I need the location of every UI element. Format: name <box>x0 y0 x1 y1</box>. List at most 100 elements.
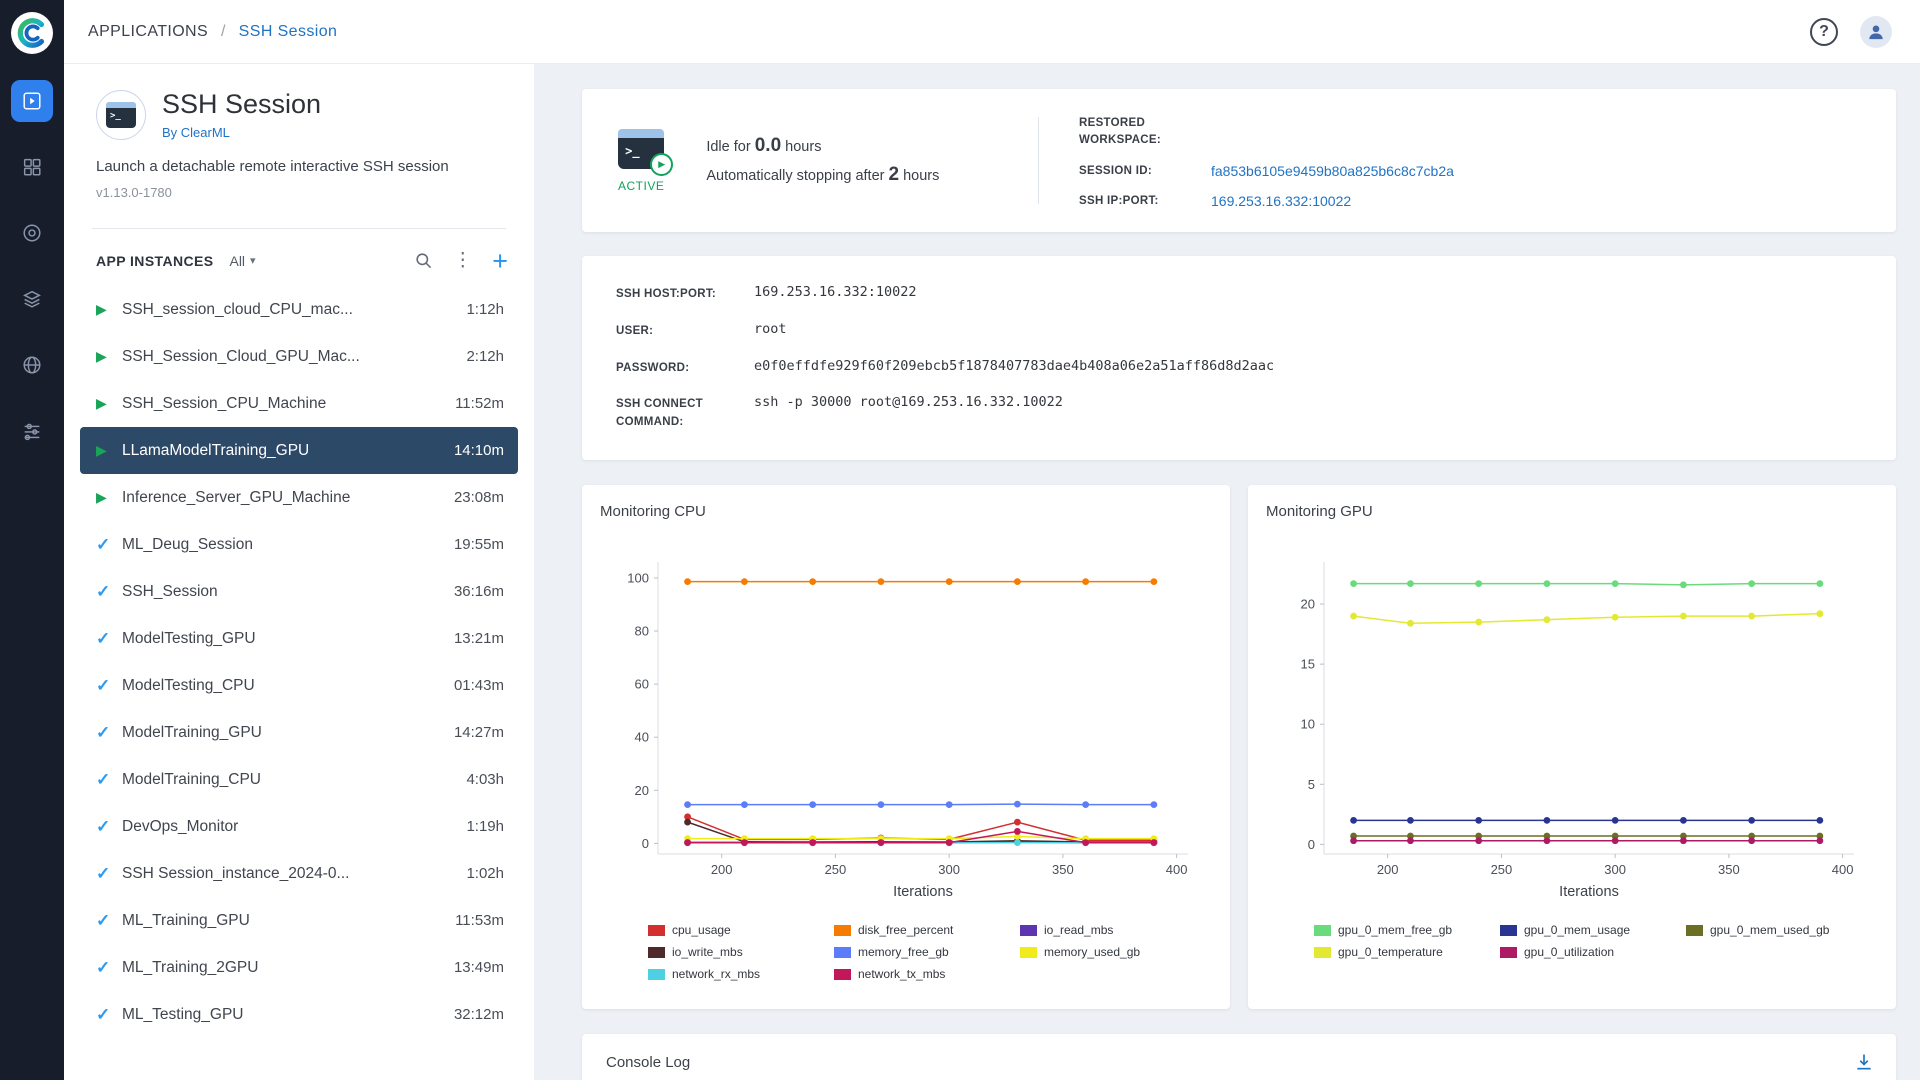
instance-list-item[interactable]: ✓ DevOps_Monitor 1:19h <box>80 803 518 850</box>
breadcrumb-applications[interactable]: APPLICATIONS <box>88 23 208 40</box>
instance-status-icon: ✓ <box>96 676 122 696</box>
instance-list-item[interactable]: ✓ ML_Testing_GPU 32:12m <box>80 991 518 1038</box>
reports-globe-icon <box>21 354 43 376</box>
instance-duration: 11:53m <box>455 912 504 929</box>
add-instance-button[interactable]: + <box>492 251 508 271</box>
legend-swatch <box>1020 925 1037 936</box>
legend-item[interactable]: memory_used_gb <box>1020 945 1206 959</box>
instance-name: SSH_Session <box>122 583 454 601</box>
legend-item[interactable]: network_tx_mbs <box>834 967 1020 981</box>
svg-text:200: 200 <box>1377 862 1399 877</box>
restored-workspace-label: RESTORED WORKSPACE: <box>1079 115 1211 150</box>
app-version: v1.13.0-1780 <box>96 185 506 200</box>
filter-value: All <box>229 253 245 269</box>
terminal-icon: >_ <box>106 102 136 128</box>
legend-item[interactable]: gpu_0_utilization <box>1500 945 1686 959</box>
nav-workers[interactable] <box>11 410 53 452</box>
instance-status-icon: ✓ <box>96 723 122 743</box>
cpu-chart-plot[interactable]: 020406080100200250300350400Iterations <box>600 548 1212 913</box>
legend-swatch <box>648 947 665 958</box>
instance-list-item[interactable]: ▶ SSH_Session_Cloud_GPU_Mac... 2:12h <box>80 333 518 380</box>
instance-list-item[interactable]: ✓ SSH Session_instance_2024-0... 1:02h <box>80 850 518 897</box>
instance-list-item[interactable]: ✓ ML_Training_GPU 11:53m <box>80 897 518 944</box>
legend-item[interactable]: io_write_mbs <box>648 945 834 959</box>
legend-item[interactable]: disk_free_percent <box>834 923 1020 937</box>
instance-duration: 1:02h <box>466 865 504 882</box>
legend-label: gpu_0_mem_used_gb <box>1710 923 1829 937</box>
nav-datasets[interactable] <box>11 212 53 254</box>
idle-time-text: Idle for 0.0 hours <box>706 135 939 157</box>
help-icon[interactable]: ? <box>1810 18 1838 46</box>
instance-list-item[interactable]: ▶ SSH_session_cloud_CPU_mac... 1:12h <box>80 286 518 333</box>
instance-list-item[interactable]: ✓ ModelTesting_GPU 13:21m <box>80 615 518 662</box>
instance-list-item[interactable]: ✓ ModelTraining_CPU 4:03h <box>80 756 518 803</box>
legend-item[interactable]: cpu_usage <box>648 923 834 937</box>
running-play-badge-icon: ▶ <box>650 153 673 176</box>
gpu-chart-plot[interactable]: 05101520200250300350400Iterations <box>1266 548 1878 913</box>
legend-label: gpu_0_mem_usage <box>1524 923 1630 937</box>
instance-name: ML_Testing_GPU <box>122 1006 454 1024</box>
legend-item[interactable]: memory_free_gb <box>834 945 1020 959</box>
detail-label: SSH CONNECT COMMAND: <box>616 394 754 432</box>
instance-list-item[interactable]: ✓ ModelTesting_CPU 01:43m <box>80 662 518 709</box>
instance-list-item[interactable]: ✓ ModelTraining_GPU 14:27m <box>80 709 518 756</box>
legend-item[interactable]: gpu_0_mem_usage <box>1500 923 1686 937</box>
instance-duration: 14:27m <box>454 724 504 741</box>
clearml-logo[interactable] <box>11 12 53 54</box>
instance-list-item[interactable]: ▶ SSH_Session_CPU_Machine 11:52m <box>80 380 518 427</box>
svg-text:10: 10 <box>1301 717 1315 732</box>
ssh-ipport-label: SSH IP:PORT: <box>1079 193 1211 210</box>
legend-item[interactable]: gpu_0_mem_free_gb <box>1314 923 1500 937</box>
legend-item[interactable]: network_rx_mbs <box>648 967 834 981</box>
app-side-panel: >_ SSH Session By ClearML Launch a detac… <box>64 64 534 1080</box>
instance-name: DevOps_Monitor <box>122 818 466 836</box>
legend-item[interactable]: gpu_0_temperature <box>1314 945 1500 959</box>
nav-reports[interactable] <box>11 344 53 386</box>
app-byline-link[interactable]: By ClearML <box>162 125 321 140</box>
detail-label: SSH HOST:PORT: <box>616 284 754 304</box>
legend-item[interactable]: io_read_mbs <box>1020 923 1206 937</box>
kebab-menu-icon[interactable]: ⋮ <box>453 249 472 272</box>
instances-filter-dropdown[interactable]: All ▾ <box>229 253 255 269</box>
instance-name: LLamaModelTraining_GPU <box>122 442 454 460</box>
nav-pipelines[interactable] <box>11 278 53 320</box>
nav-projects[interactable] <box>11 146 53 188</box>
instance-duration: 01:43m <box>454 677 504 694</box>
instance-duration: 13:49m <box>454 959 504 976</box>
instance-status-icon: ▶ <box>96 348 122 365</box>
legend-swatch <box>1500 925 1517 936</box>
cpu-chart-title: Monitoring CPU <box>600 503 1212 520</box>
session-status-card: >_ ▶ ACTIVE Idle for 0.0 hours Automatic… <box>582 89 1896 232</box>
nav-applications[interactable] <box>11 80 53 122</box>
instance-list-item[interactable]: ✓ ML_Training_2GPU 13:49m <box>80 944 518 991</box>
instance-list-item[interactable]: ▶ Inference_Server_GPU_Machine 23:08m <box>80 474 518 521</box>
ssh-ipport-link[interactable]: 169.253.16.332:10022 <box>1211 193 1351 209</box>
app-instances-title: APP INSTANCES <box>96 253 213 269</box>
instance-list-item[interactable]: ✓ SSH_Session 36:16m <box>80 568 518 615</box>
legend-label: io_write_mbs <box>672 945 743 959</box>
legend-item[interactable]: gpu_0_mem_used_gb <box>1686 923 1872 937</box>
svg-text:100: 100 <box>627 570 649 585</box>
legend-swatch <box>648 925 665 936</box>
svg-text:60: 60 <box>635 677 649 692</box>
gpu-chart-title: Monitoring GPU <box>1266 503 1878 520</box>
breadcrumb-current-page: SSH Session <box>239 23 338 40</box>
download-log-icon[interactable] <box>1854 1052 1874 1072</box>
detail-row: PASSWORD: e0f0effdfe929f60f209ebcb5f1878… <box>616 358 1862 378</box>
search-icon[interactable] <box>414 251 433 270</box>
idle-hours-value: 0.0 <box>755 135 781 156</box>
instance-list-item[interactable]: ✓ ML_Deug_Session 19:55m <box>80 521 518 568</box>
instance-status-icon: ✓ <box>96 582 122 602</box>
instance-list: ▶ SSH_session_cloud_CPU_mac... 1:12h ▶ S… <box>64 286 534 1080</box>
svg-text:80: 80 <box>635 624 649 639</box>
instance-name: ML_Training_GPU <box>122 912 455 930</box>
breadcrumb: APPLICATIONS / SSH Session <box>88 23 337 41</box>
session-id-link[interactable]: fa853b6105e9459b80a825b6c8c7cb2a <box>1211 163 1454 179</box>
instance-list-item[interactable]: ▶ LLamaModelTraining_GPU 14:10m <box>80 427 518 474</box>
instance-duration: 1:19h <box>466 818 504 835</box>
instance-name: ML_Deug_Session <box>122 536 454 554</box>
vertical-divider <box>1038 117 1039 204</box>
instance-name: ModelTesting_GPU <box>122 630 454 648</box>
svg-text:Iterations: Iterations <box>893 884 953 900</box>
user-avatar[interactable] <box>1860 16 1892 48</box>
